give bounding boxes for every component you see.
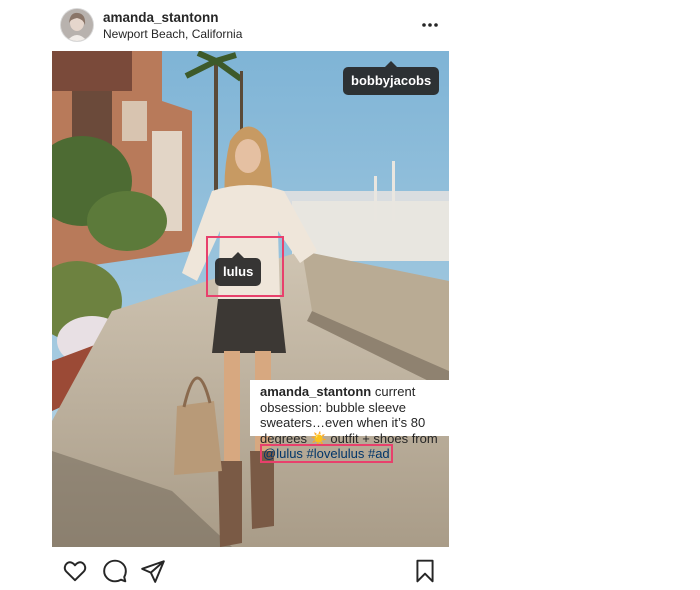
post-header: amanda_stantonn Newport Beach, Californi… — [52, 0, 449, 50]
post-photo[interactable]: bobbyjacobs lulus — [52, 51, 449, 547]
location[interactable]: Newport Beach, California — [103, 27, 242, 41]
avatar[interactable] — [61, 9, 93, 41]
action-bar — [52, 556, 449, 586]
caption-mentions[interactable]: @lulus #lovelulus #ad — [260, 444, 393, 463]
username[interactable]: amanda_stantonn — [103, 10, 219, 25]
bookmark-icon[interactable] — [412, 558, 438, 584]
avatar-image — [61, 9, 93, 41]
user-tag-bobbyjacobs[interactable]: bobbyjacobs — [343, 61, 440, 95]
caption-username[interactable]: amanda_stantonn — [260, 384, 371, 399]
comment-icon[interactable] — [102, 558, 128, 584]
photo-scene — [52, 51, 449, 547]
send-icon[interactable] — [140, 558, 166, 584]
user-tag-lulus[interactable]: lulus — [215, 252, 262, 286]
heart-icon[interactable] — [62, 558, 88, 584]
caption: amanda_stantonn current obsession: bubbl… — [250, 380, 460, 463]
more-horizontal-icon[interactable] — [420, 15, 440, 35]
